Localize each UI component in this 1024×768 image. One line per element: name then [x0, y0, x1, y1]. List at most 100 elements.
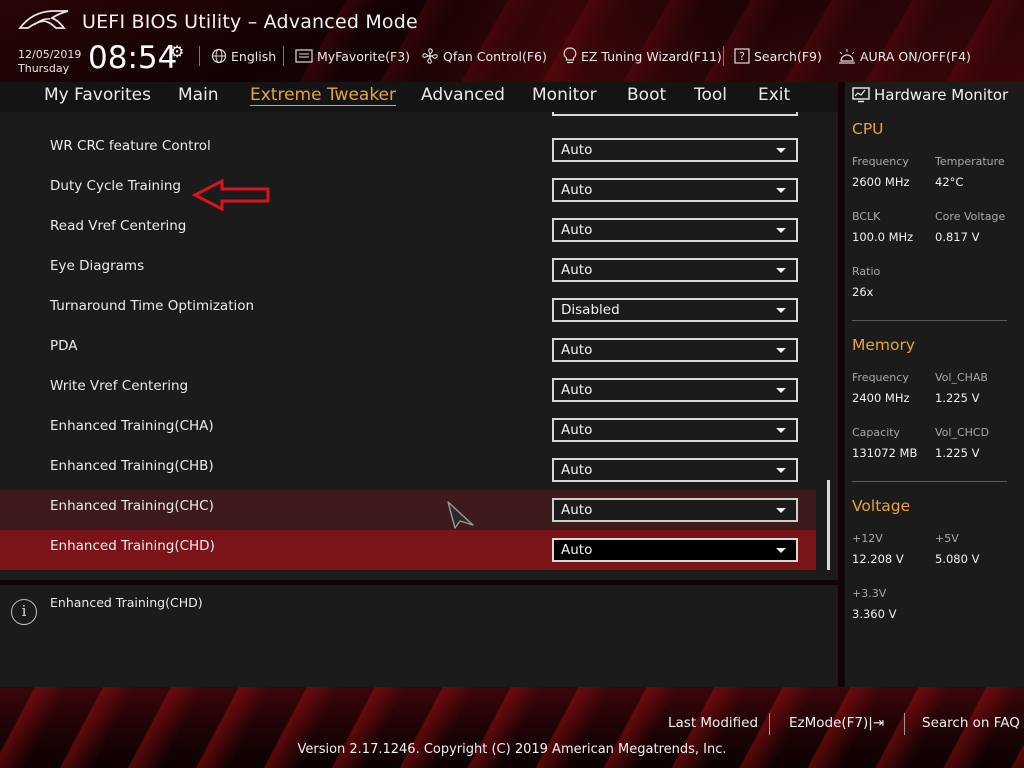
language-button[interactable]: English [211, 47, 276, 65]
header-bar: UEFI BIOS Utility – Advanced Mode 12/05/… [0, 0, 1024, 82]
vol-chab-value: 1.225 V [935, 391, 980, 405]
clock-settings-gear-icon[interactable]: ⚙ [170, 42, 184, 61]
footer-divider [904, 713, 905, 735]
hardware-monitor-title: Hardware Monitor [852, 86, 1008, 104]
chevron-down-icon [776, 428, 786, 433]
setting-dropdown[interactable]: Auto [552, 458, 798, 482]
header-divider [723, 46, 724, 66]
search-faq-button[interactable]: Search on FAQ [922, 715, 1020, 731]
setting-label: Read Vref Centering [50, 218, 187, 234]
setting-dropdown[interactable]: Auto [552, 498, 798, 522]
window-title: UEFI BIOS Utility – Advanced Mode [82, 11, 418, 33]
aura-toggle-button[interactable]: AURA ON/OFF(F4) [838, 47, 971, 65]
setting-dropdown[interactable]: Auto [552, 178, 798, 202]
setting-row[interactable]: Enhanced Training(CHB) Auto [0, 450, 816, 490]
setting-row[interactable]: WR CRC feature Control Auto [0, 130, 816, 170]
tab-monitor[interactable]: Monitor [532, 85, 597, 105]
search-button[interactable]: ? Search(F9) [734, 47, 822, 65]
chevron-down-icon [776, 508, 786, 513]
v5-label: +5V [935, 532, 959, 545]
setting-row[interactable]: Write Vref Centering Auto [0, 370, 816, 410]
hardware-monitor-panel: Hardware Monitor CPU Frequency 2600 MHz … [845, 82, 1024, 687]
qfan-control-button[interactable]: Qfan Control(F6) [421, 47, 547, 65]
mem-frequency-value: 2400 MHz [852, 391, 910, 405]
setting-dropdown[interactable]: Auto [552, 258, 798, 282]
setting-label: Enhanced Training(CHC) [50, 498, 214, 514]
setting-row[interactable]: PDA Auto [0, 330, 816, 370]
ez-tuning-wizard-button[interactable]: EZ Tuning Wizard(F11) [563, 47, 722, 65]
setting-dropdown[interactable]: Auto [552, 418, 798, 442]
tab-tool[interactable]: Tool [694, 85, 727, 105]
globe-icon [211, 48, 227, 64]
setting-row[interactable]: Read Vref Centering Auto [0, 210, 816, 250]
setting-dropdown-clipped[interactable] [552, 112, 798, 116]
setting-label: Duty Cycle Training [50, 178, 181, 194]
ez-tuning-label: EZ Tuning Wizard(F11) [581, 48, 722, 64]
tab-advanced[interactable]: Advanced [421, 85, 505, 105]
setting-dropdown[interactable]: Auto [552, 338, 798, 362]
vol-chab-label: Vol_CHAB [935, 371, 988, 384]
chevron-down-icon [776, 548, 786, 553]
setting-label: PDA [50, 338, 78, 354]
vol-chcd-label: Vol_CHCD [935, 426, 990, 439]
chevron-down-icon [776, 268, 786, 273]
header-divider [283, 46, 284, 66]
setting-row-hovered[interactable]: Enhanced Training(CHC) Auto [0, 490, 816, 530]
dropdown-value: Auto [561, 262, 593, 278]
chevron-down-icon [776, 188, 786, 193]
setting-dropdown[interactable]: Auto [552, 138, 798, 162]
section-divider [852, 481, 1007, 482]
monitor-icon [852, 87, 870, 103]
tab-my-favorites[interactable]: My Favorites [44, 85, 151, 105]
capacity-value: 131072 MB [852, 446, 918, 460]
setting-label: Write Vref Centering [50, 378, 189, 394]
aura-light-icon [839, 49, 855, 64]
mem-frequency-label: Frequency [852, 371, 909, 384]
setting-label: Enhanced Training(CHB) [50, 458, 214, 474]
help-description-panel: i Enhanced Training(CHD) [0, 585, 838, 687]
last-modified-button[interactable]: Last Modified [668, 715, 758, 731]
myfavorite-button[interactable]: MyFavorite(F3) [295, 47, 410, 65]
vol-chcd-value: 1.225 V [935, 446, 980, 460]
dropdown-value: Auto [561, 462, 593, 478]
setting-dropdown[interactable]: Auto [552, 378, 798, 402]
chevron-down-icon [776, 148, 786, 153]
setting-row[interactable]: Turnaround Time Optimization Disabled [0, 290, 816, 330]
section-divider [852, 320, 1007, 321]
dropdown-value: Auto [561, 182, 593, 198]
v12-label: +12V [852, 532, 883, 545]
memory-section-title: Memory [852, 336, 916, 354]
fan-icon [422, 48, 438, 64]
chevron-down-icon [776, 308, 786, 313]
settings-list: WR CRC feature Control Auto Duty Cycle T… [0, 112, 838, 580]
setting-row[interactable]: Enhanced Training(CHA) Auto [0, 410, 816, 450]
setting-label: Enhanced Training(CHA) [50, 418, 214, 434]
search-label: Search(F9) [754, 48, 822, 64]
capacity-label: Capacity [852, 426, 901, 439]
clock-time: 08:54 [88, 40, 178, 76]
setting-dropdown[interactable]: Auto [552, 538, 798, 562]
tab-boot[interactable]: Boot [627, 85, 666, 105]
setting-dropdown[interactable]: Disabled [552, 298, 798, 322]
setting-dropdown[interactable]: Auto [552, 218, 798, 242]
setting-row[interactable]: Eye Diagrams Auto [0, 250, 816, 290]
ezmode-button[interactable]: EzMode(F7)|⇥ [789, 715, 884, 731]
chevron-down-icon [776, 228, 786, 233]
setting-row[interactable]: Duty Cycle Training Auto [0, 170, 816, 210]
tab-main[interactable]: Main [178, 85, 219, 105]
bclk-label: BCLK [852, 210, 881, 223]
rog-logo-icon [18, 10, 69, 29]
tab-exit[interactable]: Exit [758, 85, 790, 105]
footer-bar: Last Modified EzMode(F7)|⇥ Search on FAQ… [0, 687, 1024, 768]
dropdown-value: Auto [561, 222, 593, 238]
chevron-down-icon [776, 348, 786, 353]
cpu-frequency-label: Frequency [852, 155, 909, 168]
tab-extreme-tweaker[interactable]: Extreme Tweaker [250, 85, 397, 106]
svg-text:?: ? [739, 50, 745, 63]
scrollbar-thumb[interactable] [827, 480, 830, 570]
dropdown-value: Auto [561, 382, 593, 398]
header-divider [199, 46, 200, 66]
main-menu-bar: My Favorites Main Extreme Tweaker Advanc… [0, 82, 838, 112]
setting-row-selected[interactable]: Enhanced Training(CHD) Auto [0, 530, 816, 570]
setting-label: Turnaround Time Optimization [50, 298, 255, 314]
